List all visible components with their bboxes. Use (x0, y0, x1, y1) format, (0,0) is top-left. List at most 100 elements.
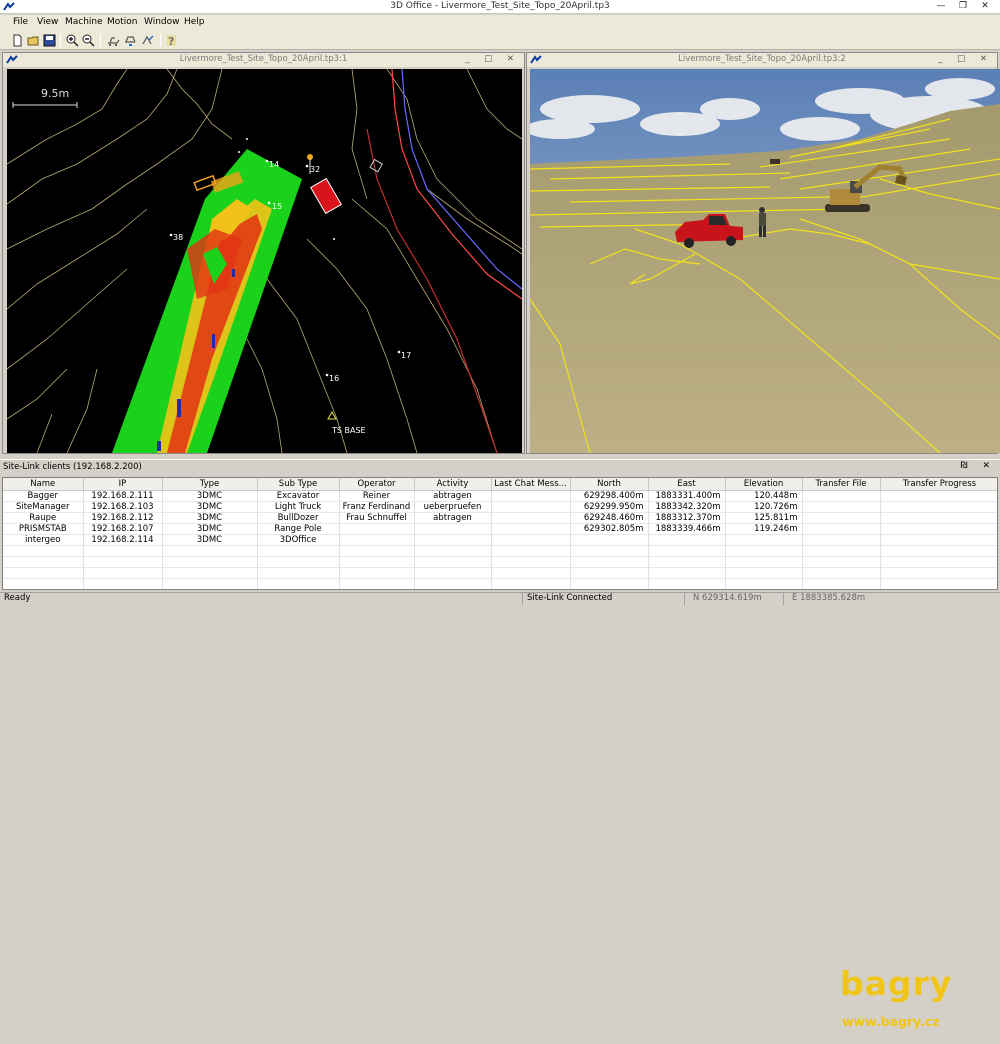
3d-scene-drawing (530, 69, 1000, 453)
cell-transfer-file (802, 490, 881, 502)
cell-north (570, 534, 649, 546)
table-row-empty (3, 556, 997, 568)
column-header-type[interactable]: Type (162, 478, 258, 491)
status-north: N 629314.619m (684, 593, 782, 605)
cell-sub-type: Excavator (257, 490, 340, 502)
save-icon[interactable] (43, 34, 56, 47)
cell-sub-type: Range Pole (257, 523, 340, 535)
machine-tool-1-icon[interactable] (107, 34, 120, 47)
cell-elevation: 120.726m (725, 501, 803, 513)
point-label: 16 (329, 374, 339, 383)
cell-type: 3DMC (162, 523, 258, 535)
column-header-sub-type[interactable]: Sub Type (257, 478, 340, 491)
column-header-last-chat[interactable]: Last Chat Mess... (491, 478, 571, 491)
3d-view-title-bar: Livermore_Test_Site_Topo_20April.tp3:2 _… (527, 53, 997, 67)
point-label: 15 (272, 202, 282, 211)
3d-view-canvas[interactable] (530, 69, 1000, 453)
plan-view-pane: Livermore_Test_Site_Topo_20April.tp3:1 _… (2, 52, 525, 454)
table-row[interactable]: SiteManager 192.168.2.103 3DMC Light Tru… (3, 501, 997, 513)
status-sitelink: Site-Link Connected (522, 593, 682, 605)
menu-window[interactable]: Window (144, 17, 180, 27)
column-header-activity[interactable]: Activity (414, 478, 492, 491)
point-label: 17 (401, 351, 411, 360)
cell-last-chat (491, 534, 571, 546)
menu-file[interactable]: File (13, 17, 28, 27)
cell-last-chat (491, 523, 571, 535)
watermark-url: www.bagry.cz (842, 1014, 940, 1029)
cell-north: 629302.805m (570, 523, 649, 535)
plan-truck-marker (310, 177, 342, 215)
cell-activity (414, 534, 492, 546)
column-header-operator[interactable]: Operator (339, 478, 415, 491)
toolbar-separator (60, 34, 61, 47)
3d-view-pane: Livermore_Test_Site_Topo_20April.tp3:2 _… (526, 52, 1000, 454)
cell-east: 1883312.370m (648, 512, 726, 524)
open-folder-icon[interactable] (27, 34, 40, 47)
sitelink-panel: Site-Link clients (192.168.2.200) ₪ ✕ Na… (0, 459, 1000, 1029)
cell-last-chat (491, 501, 571, 513)
cell-ip: 192.168.2.114 (83, 534, 163, 546)
cell-last-chat (491, 490, 571, 502)
table-row-empty (3, 578, 997, 589)
plan-view-drawing: 9.5m 14 32 15 38 17 16 TS BASE 18 (7, 69, 522, 453)
cell-east (648, 534, 726, 546)
cell-sub-type: BullDozer (257, 512, 340, 524)
cell-transfer-progress (880, 534, 997, 546)
table-row[interactable]: Bagger 192.168.2.111 3DMC Excavator Rein… (3, 490, 997, 502)
menu-view[interactable]: View (37, 17, 58, 27)
cell-ip: 192.168.2.111 (83, 490, 163, 502)
sitelink-title: Site-Link clients (192.168.2.200) (3, 462, 142, 472)
sitelink-clients-table[interactable]: Name IP Type Sub Type Operator Activity … (2, 477, 998, 590)
cell-type: 3DMC (162, 490, 258, 502)
minimize-button[interactable]: — (930, 0, 952, 13)
plan-view-window-buttons[interactable]: _ □ ✕ (465, 54, 520, 64)
cell-operator: Frau Schnuffel (339, 512, 415, 524)
table-row[interactable]: intergeo 192.168.2.114 3DMC 3DOffice (3, 534, 997, 546)
toolbar-separator (160, 34, 161, 47)
column-header-transfer-file[interactable]: Transfer File (802, 478, 881, 491)
cell-north: 629299.950m (570, 501, 649, 513)
cell-transfer-file (802, 523, 881, 535)
menu-motion[interactable]: Motion (107, 17, 138, 27)
cell-elevation: 119.246m (725, 523, 803, 535)
cell-operator: Franz Ferdinand (339, 501, 415, 513)
plan-view-title: Livermore_Test_Site_Topo_20April.tp3:1 (179, 54, 348, 64)
column-header-elevation[interactable]: Elevation (725, 478, 803, 491)
cell-name: PRISMSTAB (3, 523, 84, 535)
cell-activity: abtragen (414, 490, 492, 502)
zoom-out-icon[interactable] (82, 34, 95, 47)
cell-type: 3DMC (162, 512, 258, 524)
column-header-ip[interactable]: IP (83, 478, 163, 491)
restore-button[interactable]: ❐ (952, 0, 974, 13)
window-title-bar: 3D Office - Livermore_Test_Site_Topo_20A… (0, 0, 1000, 14)
cell-last-chat (491, 512, 571, 524)
cell-type: 3DMC (162, 501, 258, 513)
cell-name: SiteManager (3, 501, 84, 513)
cell-sub-type: 3DOffice (257, 534, 340, 546)
cell-elevation: 125.811m (725, 512, 803, 524)
zoom-in-icon[interactable] (66, 34, 79, 47)
menu-help[interactable]: Help (184, 17, 205, 27)
machine-tool-2-icon[interactable] (124, 34, 137, 47)
cell-east: 1883342.320m (648, 501, 726, 513)
column-header-name[interactable]: Name (3, 478, 84, 491)
plan-view-canvas[interactable]: 9.5m 14 32 15 38 17 16 TS BASE 18 (7, 69, 522, 453)
cell-type: 3DMC (162, 534, 258, 546)
cell-ip: 192.168.2.103 (83, 501, 163, 513)
window-title: 3D Office - Livermore_Test_Site_Topo_20A… (390, 1, 610, 11)
machine-tool-3-icon[interactable] (141, 34, 154, 47)
cell-activity: abtragen (414, 512, 492, 524)
3d-view-title: Livermore_Test_Site_Topo_20April.tp3:2 (678, 54, 846, 64)
cell-operator: Reiner (339, 490, 415, 502)
column-header-north[interactable]: North (570, 478, 649, 491)
menu-machine[interactable]: Machine (65, 17, 103, 27)
help-icon[interactable]: ? (165, 34, 178, 47)
table-row[interactable]: Raupe 192.168.2.112 3DMC BullDozer Frau … (3, 512, 997, 524)
new-file-icon[interactable] (11, 34, 24, 47)
sitelink-panel-buttons[interactable]: ₪ ✕ (961, 461, 996, 471)
column-header-transfer-progress[interactable]: Transfer Progress (880, 478, 997, 491)
column-header-east[interactable]: East (648, 478, 726, 491)
3d-view-window-buttons[interactable]: _ □ ✕ (938, 54, 993, 64)
table-row[interactable]: PRISMSTAB 192.168.2.107 3DMC Range Pole … (3, 523, 997, 535)
close-button[interactable]: ✕ (974, 0, 996, 13)
